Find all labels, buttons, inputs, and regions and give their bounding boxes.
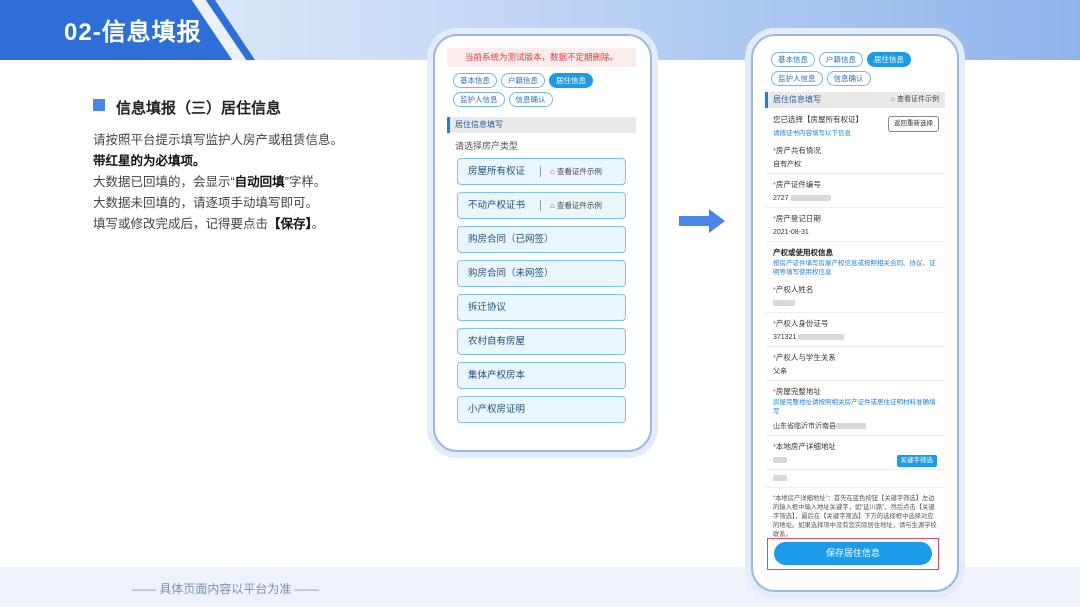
phone-screen-property-type: 当前系统为测试版本，数据不定期删除。 基本信息 户籍信息 居住信息 监护人信息 … bbox=[447, 48, 636, 432]
footer-note: —— 具体页面内容以平台为准 —— bbox=[132, 582, 319, 596]
arrow-right-icon bbox=[679, 209, 725, 233]
option-small-property[interactable]: 小产权房证明 bbox=[457, 396, 626, 423]
field-label: *房屋完整地址 bbox=[773, 387, 821, 396]
step-tabs: 基本信息 户籍信息 居住信息 监护人信息 信息确认 bbox=[447, 67, 636, 109]
section-header: 居住信息填写 ⌂ 查看证件示例 bbox=[765, 92, 945, 108]
property-type-prompt: 请选择房产类型 bbox=[455, 141, 519, 151]
field-label: *产权人姓名 bbox=[773, 285, 814, 294]
tab-guardian-info[interactable]: 监护人信息 bbox=[771, 71, 823, 86]
keyword-filter-button[interactable]: 关键字筛选 bbox=[896, 455, 937, 467]
view-example-link[interactable]: ⌂ 查看证件示例 bbox=[550, 193, 602, 218]
address-hint: 房屋完整地址请按照相关房产证件或居住证明材料准确填写 bbox=[773, 399, 936, 415]
redacted-value bbox=[773, 300, 795, 307]
owner-name-input[interactable] bbox=[765, 295, 945, 313]
co-ownership-select[interactable]: 自有产权 bbox=[765, 156, 945, 174]
tab-guardian-info[interactable]: 监护人信息 bbox=[453, 92, 505, 107]
tab-confirm-info[interactable]: 信息确认 bbox=[826, 71, 871, 86]
tab-household-info[interactable]: 户籍信息 bbox=[501, 73, 545, 88]
field-label: *产权人身份证号 bbox=[773, 319, 829, 328]
tab-residence-info[interactable]: 居住信息 bbox=[867, 52, 911, 67]
tab-household-info[interactable]: 户籍信息 bbox=[819, 52, 863, 67]
house-icon: ⌂ bbox=[550, 167, 555, 176]
tab-residence-info[interactable]: 居住信息 bbox=[549, 73, 593, 88]
redacted-value bbox=[790, 195, 831, 202]
auto-fill-keyword: 自动回填 bbox=[234, 175, 285, 189]
relation-select[interactable]: 父亲 bbox=[765, 363, 945, 381]
address-instruction-note: “本地房产详细地址”：首先在蓝色按钮【关键字筛选】左边的输入框中输入地址关键字，… bbox=[773, 495, 937, 538]
required-note: 带红星的为必填项。 bbox=[93, 154, 206, 168]
house-icon: ⌂ bbox=[890, 96, 895, 103]
owner-id-input[interactable]: 371321 bbox=[765, 329, 945, 347]
save-highlight-box: 保存居住信息 bbox=[767, 538, 939, 570]
reg-date-input[interactable]: 2021-08-31 bbox=[765, 224, 945, 242]
detail-address-select[interactable] bbox=[765, 470, 945, 488]
option-demolition-agreement[interactable]: 拆迁协议 bbox=[457, 294, 626, 321]
tab-basic-info[interactable]: 基本信息 bbox=[453, 73, 497, 88]
field-label: *本地房产详细地址 bbox=[773, 442, 836, 451]
save-residence-button[interactable]: 保存居住信息 bbox=[774, 542, 932, 565]
instruction-line: 大数据未回填的，请逐项手动填写即可。 bbox=[93, 196, 319, 210]
option-purchase-contract-signed[interactable]: 购房合同（已网签） bbox=[457, 226, 626, 253]
redacted-value bbox=[798, 334, 845, 341]
redacted-value bbox=[773, 475, 787, 482]
option-rural-house[interactable]: 农村自有房屋 bbox=[457, 328, 626, 355]
section-header: 居住信息填写 bbox=[447, 117, 636, 133]
tab-confirm-info[interactable]: 信息确认 bbox=[508, 92, 553, 107]
page-title: 02-信息填报 bbox=[64, 19, 202, 46]
redacted-value bbox=[836, 423, 866, 430]
tab-basic-info[interactable]: 基本信息 bbox=[771, 52, 815, 67]
save-keyword: 【保存】 bbox=[268, 217, 312, 231]
section-title: 信息填报（三）居住信息 bbox=[116, 100, 282, 117]
test-notice: 当前系统为测试版本，数据不定期删除。 bbox=[447, 48, 636, 67]
cert-number-input[interactable]: 2727 bbox=[765, 190, 945, 208]
field-label: *房产共有情况 bbox=[773, 146, 821, 155]
owner-section-title: 产权或使用权信息 bbox=[773, 248, 833, 257]
step-tabs: 基本信息 户籍信息 居住信息 监护人信息 信息确认 bbox=[765, 48, 945, 88]
owner-section-hint: 按房产证件填写房屋产权信息或按照相关合同、协议、证明等填写使用权信息 bbox=[773, 260, 936, 276]
reselect-button[interactable]: 返回重新选择 bbox=[888, 116, 939, 132]
field-label: *产权人与学生关系 bbox=[773, 353, 836, 362]
field-label: *房产登记日期 bbox=[773, 214, 821, 223]
detail-address-input[interactable]: 关键字筛选 bbox=[765, 452, 945, 470]
section-bullet bbox=[93, 99, 105, 111]
instruction-line: 请按照平台提示填写监护人房产或租赁信息。 bbox=[93, 133, 344, 147]
house-icon: ⌂ bbox=[550, 201, 555, 210]
view-example-link[interactable]: ⌂ 查看证件示例 bbox=[550, 159, 602, 184]
address-select[interactable]: 山东省临沂市沂南县 bbox=[765, 418, 945, 436]
instructions: 请按照平台提示填写监护人房产或租赁信息。 带红星的为必填项。 大数据已回填的，会… bbox=[93, 130, 373, 235]
option-collective-property[interactable]: 集体产权房本 bbox=[457, 362, 626, 389]
redacted-value bbox=[773, 457, 787, 464]
selected-type-row: 您已选择【房屋所有权证】 请按证书内容填写以下信息 返回重新选择 bbox=[765, 108, 945, 140]
option-house-ownership[interactable]: 房屋所有权证 ⌂ 查看证件示例 bbox=[457, 158, 626, 185]
view-example-link[interactable]: ⌂ 查看证件示例 bbox=[891, 92, 939, 108]
phone-screen-residence-form: 基本信息 户籍信息 居住信息 监护人信息 信息确认 居住信息填写 ⌂ 查看证件示例… bbox=[765, 48, 945, 570]
field-label: *房产证件编号 bbox=[773, 180, 821, 189]
option-purchase-contract-unsigned[interactable]: 购房合同（未网签） bbox=[457, 260, 626, 287]
option-real-estate-cert[interactable]: 不动产权证书 ⌂ 查看证件示例 bbox=[457, 192, 626, 219]
